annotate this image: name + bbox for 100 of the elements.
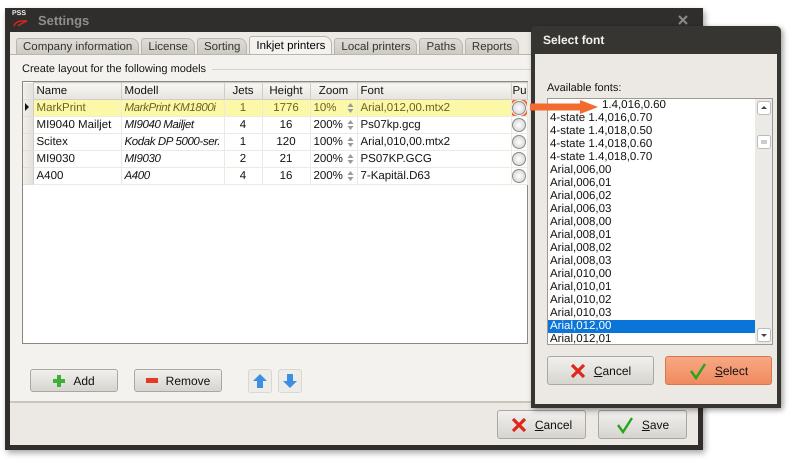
scroll-up-icon[interactable] [756, 101, 770, 115]
spinner-icon[interactable] [346, 170, 354, 182]
table-cell: MarkPrint [33, 100, 121, 116]
group-title: Create layout for the following models [22, 63, 206, 75]
move-down-button[interactable] [278, 368, 302, 392]
check-icon [688, 362, 707, 380]
table-cell: A400 [33, 168, 121, 184]
table-cell: MI9040 Mailjet [33, 116, 121, 134]
table-cell: MI9030 [121, 150, 224, 168]
table-cell: 1 [224, 134, 262, 150]
save-button[interactable]: Save [598, 410, 687, 439]
table-cell: 1776 [262, 100, 310, 116]
font-item[interactable]: Arial,006,03 [548, 203, 755, 216]
font-item[interactable]: Arial,006,00 [548, 164, 755, 177]
up-arrow-icon [252, 372, 268, 388]
ellipsis-button[interactable] [512, 101, 526, 115]
font-item[interactable]: 4-state 1.4,018,0.50 [548, 125, 755, 138]
table-cell: Scitex [33, 134, 121, 150]
minus-icon [146, 378, 158, 383]
font-item[interactable]: Arial,008,02 [548, 242, 755, 255]
select-button[interactable]: Select [665, 356, 772, 385]
zoom-value: 10% [314, 102, 337, 114]
zoom-value: 100% [314, 136, 343, 148]
ellipsis-button[interactable] [512, 169, 526, 183]
window-title: Settings [38, 12, 90, 28]
cancel-button[interactable]: Cancel [497, 410, 586, 439]
table-cell: Kodak DP 5000-ser. [121, 134, 224, 150]
tab[interactable]: Paths [419, 38, 463, 54]
column-header[interactable]: Zoom [310, 82, 357, 100]
font-item[interactable]: Arial,008,01 [548, 229, 755, 242]
table-cell: 120 [262, 134, 310, 150]
font-item[interactable]: Arial,012,01 [548, 333, 755, 344]
table-cell: A400 [121, 168, 224, 184]
font-item[interactable]: Arial,006,01 [548, 177, 755, 190]
row-marker[interactable] [23, 116, 33, 134]
zoom-value: 200% [314, 170, 343, 182]
close-icon [570, 362, 586, 378]
column-header[interactable]: Height [262, 82, 310, 100]
scroll-thumb[interactable] [756, 134, 770, 148]
add-button[interactable]: Add [30, 369, 118, 392]
tab[interactable]: Local printers [334, 38, 418, 54]
ellipsis-button[interactable] [512, 135, 526, 149]
tab[interactable]: License [141, 38, 195, 54]
table-cell: 16 [262, 168, 310, 184]
move-up-button[interactable] [248, 368, 272, 392]
plus-icon [53, 374, 66, 386]
spinner-icon[interactable] [346, 119, 354, 131]
ellipsis-button[interactable] [512, 152, 526, 166]
column-header[interactable]: Modell [121, 82, 224, 100]
font-item[interactable]: Arial,006,02 [548, 190, 755, 203]
table-cell: Arial,012,00.mtx2 [357, 100, 511, 116]
table-cell: PS07KP.GCG [357, 150, 511, 168]
table-cell: MarkPrint KM1800i [121, 100, 224, 116]
spinner-icon[interactable] [346, 102, 354, 114]
column-header[interactable]: Jets [224, 82, 262, 100]
remove-button[interactable]: Remove [134, 369, 222, 392]
spinner-icon[interactable] [346, 136, 354, 148]
row-marker[interactable] [23, 134, 33, 150]
table-cell: MI9040 Mailjet [121, 116, 224, 134]
tab[interactable]: Reports [464, 38, 520, 54]
table-cell: 4 [224, 116, 262, 134]
tab[interactable]: Sorting [196, 38, 248, 54]
zoom-value: 200% [314, 153, 343, 165]
font-item[interactable]: Arial,008,03 [548, 255, 755, 268]
table-cell: 2 [224, 150, 262, 168]
font-item[interactable]: Arial,010,00 [548, 268, 755, 281]
font-item[interactable]: Arial,012,00 [548, 320, 755, 333]
font-item[interactable]: 1.4,016,0.60 [600, 99, 666, 112]
ellipsis-button[interactable] [512, 118, 526, 132]
table-cell: 7-Kapitäl.D63 [357, 168, 511, 184]
scrollbar[interactable] [755, 99, 772, 344]
down-arrow-icon [282, 372, 298, 388]
font-item[interactable]: 4-state 1.4,018,0.60 [548, 138, 755, 151]
zoom-value: 200% [314, 119, 343, 131]
row-marker[interactable] [23, 100, 33, 116]
table-cell: Arial,010,00.mtx2 [357, 134, 511, 150]
table-cell: 4 [224, 168, 262, 184]
close-icon [510, 416, 527, 432]
scroll-down-icon[interactable] [756, 328, 770, 342]
cancel-button[interactable]: Cancel [547, 356, 654, 385]
font-item[interactable]: Arial,010,03 [548, 307, 755, 320]
tab[interactable]: Company information [16, 38, 140, 54]
font-item[interactable]: Arial,008,00 [548, 216, 755, 229]
spinner-icon[interactable] [346, 153, 354, 165]
close-icon[interactable] [678, 15, 688, 25]
callout-arrow [530, 100, 598, 114]
font-item[interactable]: 4-state 1.4,016,0.70 [548, 112, 755, 125]
fonts-label: Available fonts: [547, 82, 622, 94]
font-item[interactable]: Arial,010,01 [548, 281, 755, 294]
current-row-icon [23, 102, 31, 112]
row-marker[interactable] [23, 168, 33, 184]
font-item[interactable]: 4-state 1.4,018,0.70 [548, 151, 755, 164]
tab[interactable]: Inkjet printers [249, 36, 332, 54]
font-item[interactable]: Arial,010,02 [548, 294, 755, 307]
table-cell: Ps07kp.gcg [357, 116, 511, 134]
row-marker[interactable] [23, 150, 33, 168]
column-header[interactable]: Name [33, 82, 121, 100]
column-header[interactable]: Pu [511, 82, 527, 100]
column-header[interactable]: Font [357, 82, 511, 100]
table-cell: 1 [224, 100, 262, 116]
